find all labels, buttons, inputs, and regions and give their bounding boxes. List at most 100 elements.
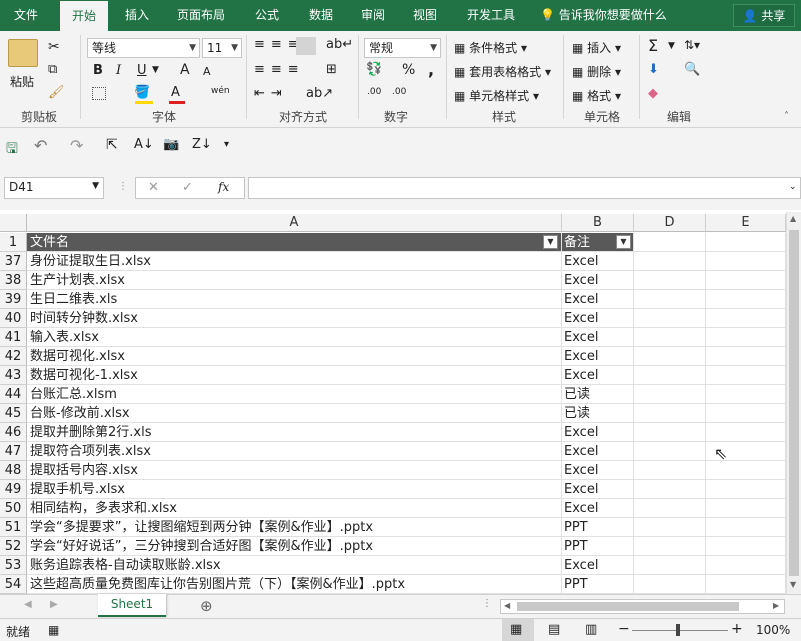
cell[interactable] (634, 271, 706, 290)
insert-function-button[interactable]: fx (218, 180, 229, 194)
copy-icon[interactable]: ⧉ (48, 62, 57, 77)
clear-icon[interactable]: ◆ (648, 86, 658, 101)
sort-filter-icon[interactable]: ⇅▾ (684, 38, 700, 52)
filter-dropdown-icon[interactable]: ▼ (616, 235, 631, 249)
cell-filename[interactable]: 输入表.xlsx (27, 328, 562, 347)
cell-filename[interactable]: 生日二维表.xls (27, 290, 562, 309)
cell[interactable] (706, 328, 786, 347)
cell[interactable] (706, 518, 786, 537)
phonetic-button[interactable]: wén (211, 86, 230, 96)
paste-button[interactable]: 粘贴 (10, 73, 34, 90)
prev-sheet-icon[interactable]: ◀ (24, 599, 32, 610)
tab-file[interactable]: 文件 (0, 0, 52, 31)
cell-styles-button[interactable]: ▦ 单元格样式 ▾ (454, 87, 539, 104)
worksheet-grid[interactable]: A B D E 1 文件名 ▼ 备注 ▼ 37 身份证提取生日.xlsx Excel 38 生产计… (0, 210, 801, 594)
page-break-view-icon[interactable]: ▥ (585, 622, 597, 637)
cell[interactable] (634, 575, 706, 594)
cell-remark[interactable]: Excel (562, 461, 634, 480)
cell[interactable] (706, 537, 786, 556)
header-cell-filename[interactable]: 文件名 ▼ (27, 233, 562, 252)
camera-icon[interactable]: 📷 (163, 137, 179, 152)
indent-icons[interactable]: ⇤⇥ (254, 86, 288, 101)
tab-formulas[interactable]: 公式 (246, 0, 288, 31)
scroll-left-icon[interactable]: ◀ (504, 601, 510, 610)
cell-remark[interactable]: 已读 (562, 404, 634, 423)
grow-font-button[interactable]: A (180, 62, 190, 78)
cell[interactable] (634, 537, 706, 556)
row-header[interactable]: 46 (0, 423, 27, 442)
cell-remark[interactable]: Excel (562, 347, 634, 366)
cell[interactable] (634, 366, 706, 385)
tab-review[interactable]: 审阅 (352, 0, 394, 31)
select-pointer-icon[interactable]: ⇱ (106, 137, 118, 153)
scroll-thumb[interactable] (789, 230, 799, 576)
percent-button[interactable]: % (402, 62, 415, 78)
cell[interactable] (634, 328, 706, 347)
fill-color-icon[interactable]: 🪣 (134, 85, 150, 100)
cell[interactable] (706, 366, 786, 385)
row-header[interactable]: 37 (0, 252, 27, 271)
shrink-font-button[interactable]: A (203, 65, 211, 78)
row-header[interactable]: 42 (0, 347, 27, 366)
cell[interactable] (706, 290, 786, 309)
row-header[interactable]: 52 (0, 537, 27, 556)
horizontal-align-icons[interactable]: ≡≡≡ (254, 62, 305, 77)
name-box[interactable]: D41 ▼ (4, 177, 104, 199)
cell[interactable] (634, 480, 706, 499)
cell-remark[interactable]: PPT (562, 537, 634, 556)
row-header[interactable]: 38 (0, 271, 27, 290)
share-button[interactable]: 👤 共享 (733, 4, 795, 27)
underline-button[interactable]: U (137, 63, 147, 78)
row-header[interactable]: 41 (0, 328, 27, 347)
font-size-combo[interactable]: 11 ▼ (202, 38, 242, 58)
font-name-combo[interactable]: 等线 ▼ (87, 38, 200, 58)
border-icon[interactable] (92, 87, 106, 100)
cell[interactable] (706, 233, 786, 252)
cell-filename[interactable]: 提取括号内容.xlsx (27, 461, 562, 480)
insert-cells-button[interactable]: ▦ 插入 ▾ (572, 39, 621, 56)
tab-insert[interactable]: 插入 (116, 0, 158, 31)
zoom-level[interactable]: 100% (756, 623, 790, 637)
cell[interactable] (634, 461, 706, 480)
row-header[interactable]: 53 (0, 556, 27, 575)
save-icon[interactable]: 🖫 (6, 138, 18, 162)
cell-remark[interactable]: Excel (562, 271, 634, 290)
chevron-down-icon[interactable]: ▼ (668, 41, 675, 51)
format-as-table-button[interactable]: ▦ 套用表格格式 ▾ (454, 63, 551, 80)
select-all-corner[interactable] (0, 214, 27, 232)
delete-cells-button[interactable]: ▦ 删除 ▾ (572, 63, 621, 80)
comma-button[interactable]: , (428, 60, 434, 79)
row-header[interactable]: 39 (0, 290, 27, 309)
row-header[interactable]: 43 (0, 366, 27, 385)
cell[interactable] (634, 518, 706, 537)
cell-remark[interactable]: Excel (562, 328, 634, 347)
cell-remark[interactable]: Excel (562, 366, 634, 385)
cell-remark[interactable]: Excel (562, 556, 634, 575)
page-layout-view-icon[interactable]: ▤ (548, 622, 560, 637)
cell-remark[interactable]: Excel (562, 423, 634, 442)
undo-icon[interactable]: ↶ (34, 136, 47, 155)
sort-descending-icon[interactable]: Z↓ (192, 137, 212, 152)
cell[interactable] (634, 499, 706, 518)
bold-button[interactable]: B (93, 63, 103, 78)
row-header[interactable]: 1 (0, 233, 27, 252)
row-header[interactable]: 51 (0, 518, 27, 537)
cell[interactable] (706, 404, 786, 423)
cell[interactable] (706, 575, 786, 594)
cell[interactable] (706, 461, 786, 480)
cell-filename[interactable]: 时间转分钟数.xlsx (27, 309, 562, 328)
zoom-in-icon[interactable]: + (731, 621, 743, 637)
column-header-e[interactable]: E (706, 214, 786, 232)
row-header[interactable]: 45 (0, 404, 27, 423)
cell[interactable] (634, 252, 706, 271)
tab-home[interactable]: 开始 (60, 1, 108, 31)
collapse-ribbon-icon[interactable]: ˄ (784, 111, 789, 122)
cell[interactable] (634, 423, 706, 442)
cell[interactable] (634, 556, 706, 575)
cell-filename[interactable]: 提取并删除第2行.xls (27, 423, 562, 442)
sort-ascending-icon[interactable]: A↓ (134, 137, 154, 152)
row-header[interactable]: 54 (0, 575, 27, 594)
cell[interactable] (706, 499, 786, 518)
fill-down-icon[interactable]: ⬇ (648, 62, 659, 77)
cell-filename[interactable]: 学会“好好说话”，三分钟搜到合适好图【案例&作业】.pptx (27, 537, 562, 556)
